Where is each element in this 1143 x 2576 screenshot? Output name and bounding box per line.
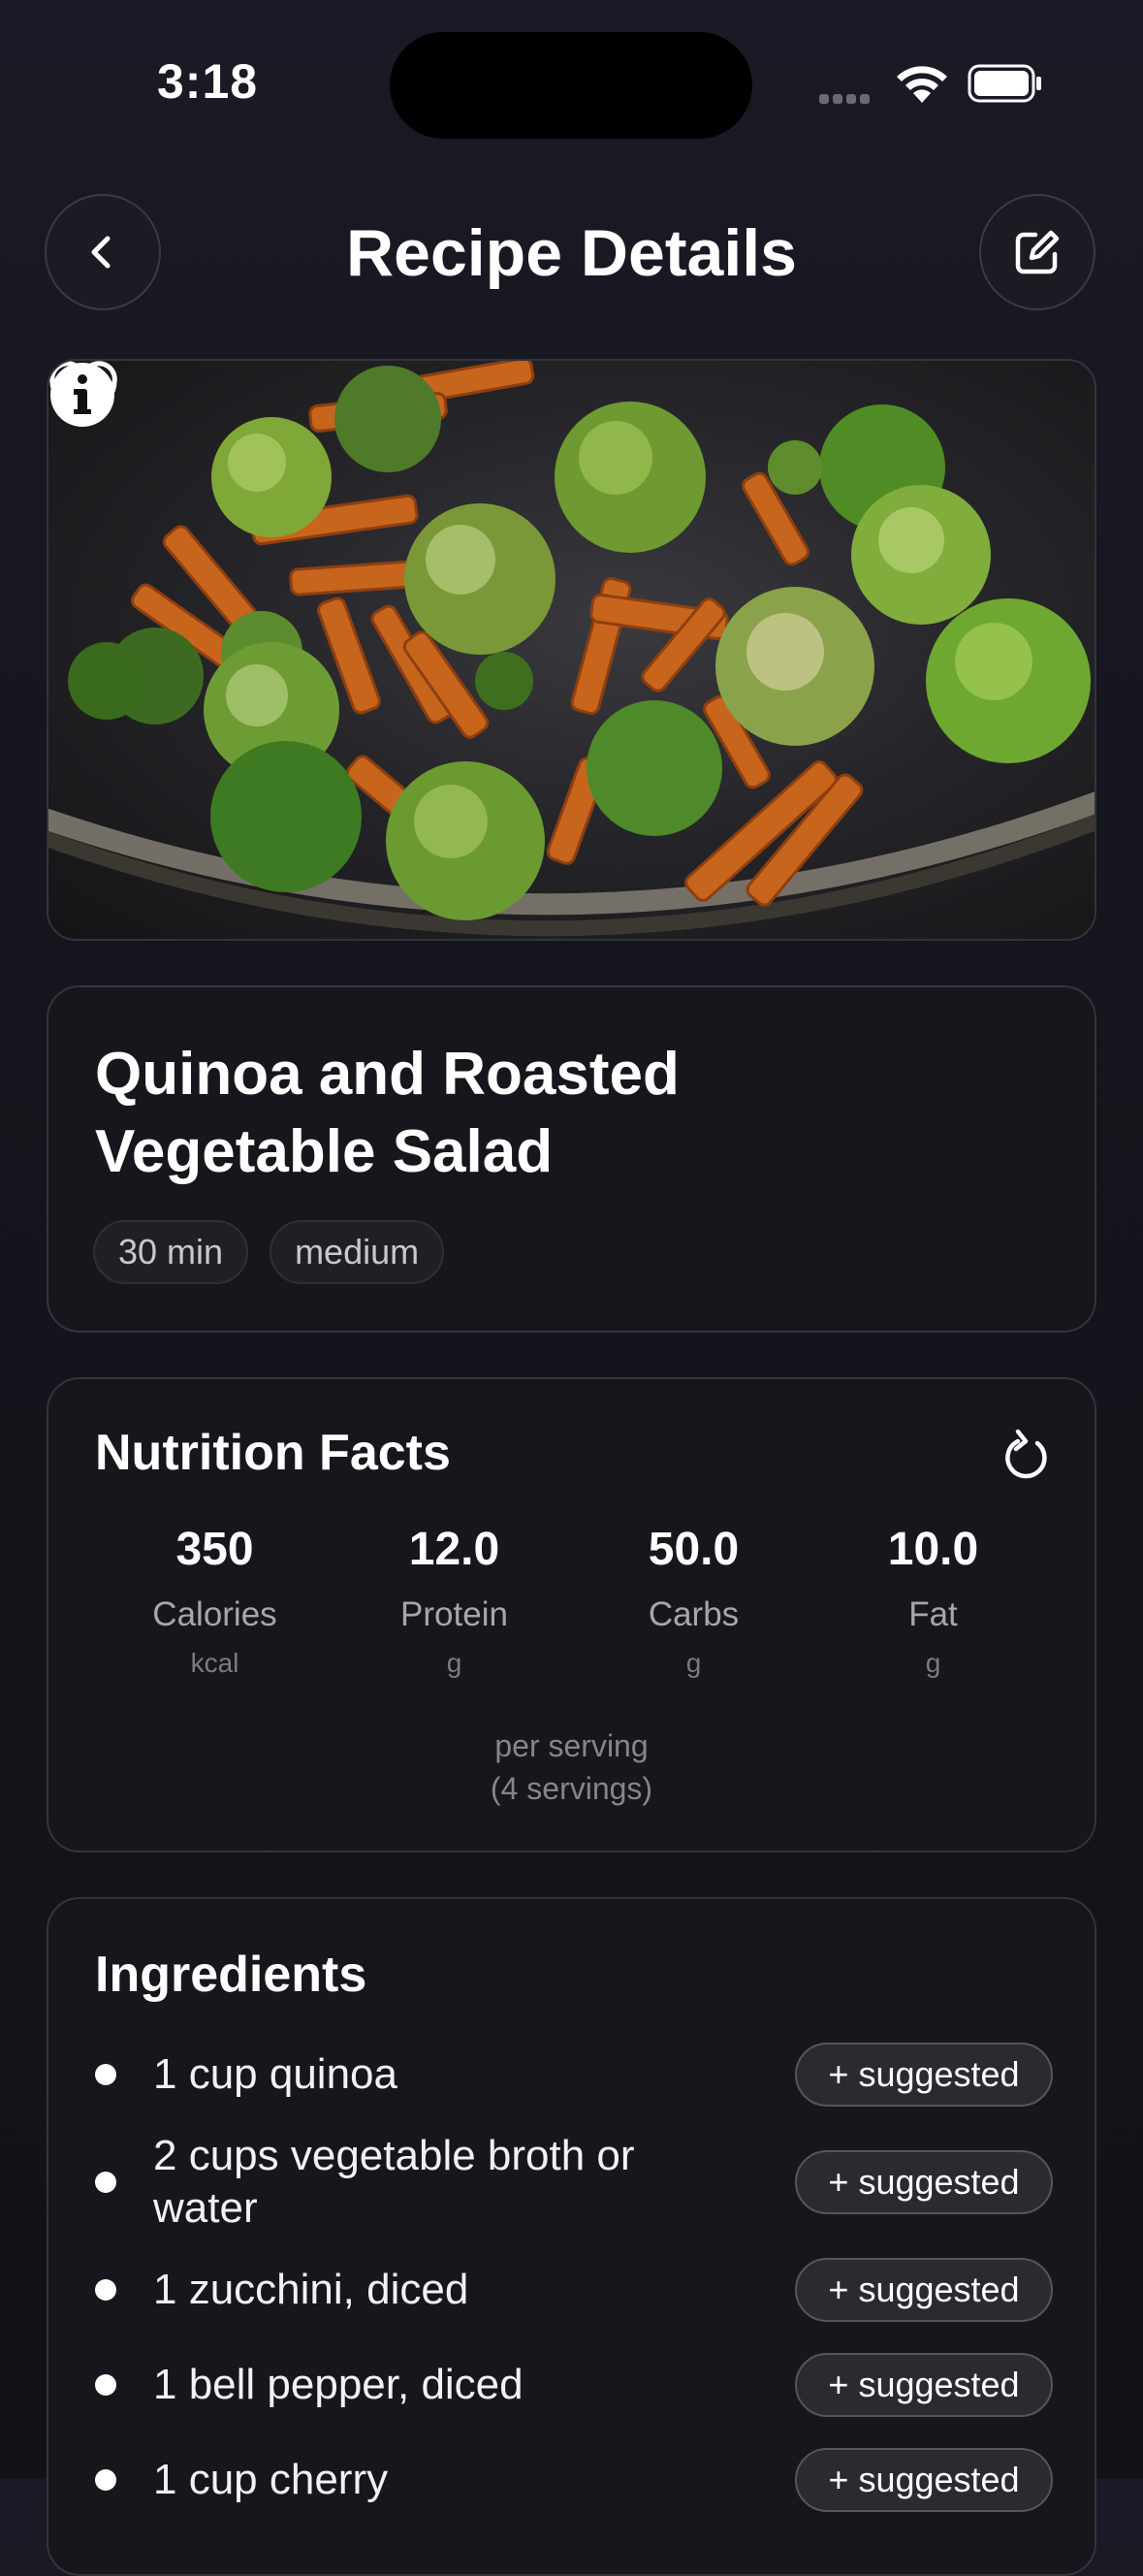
nutrition-label: Protein (400, 1595, 508, 1633)
ingredient-row: 1 cup quinoa + suggested (95, 2043, 1053, 2107)
nutrition-label: Fat (908, 1595, 958, 1633)
status-bar: 3:18 (0, 0, 1143, 170)
bullet-icon (95, 2279, 116, 2301)
recipe-title: Quinoa and Roasted Vegetable Salad (95, 1041, 680, 1185)
edit-button[interactable] (979, 194, 1095, 310)
ingredient-row: 1 zucchini, diced + suggested (95, 2258, 1053, 2322)
recipe-title-card: Quinoa and Roasted Vegetable Salad 30 mi… (47, 985, 1096, 1333)
ingredients-list: 1 cup quinoa + suggested 2 cups vegetabl… (95, 2043, 1053, 2512)
nutrition-grid: 350 Calories kcal 12.0 Protein g 50.0 Ca… (95, 1523, 1053, 1679)
time-tag: 30 min (93, 1220, 249, 1284)
food-illustration (48, 361, 1095, 937)
ingredient-text: 1 bell pepper, diced (153, 2361, 524, 2408)
add-suggested-button[interactable]: + suggested (795, 2258, 1053, 2322)
ingredients-card: Ingredients 1 cup quinoa + suggested 2 c… (47, 1897, 1096, 2576)
refresh-icon[interactable] (999, 1430, 1053, 1484)
nutrition-protein: 12.0 Protein g (334, 1523, 574, 1679)
dynamic-island (390, 32, 752, 139)
ingredient-text: 2 cups vegetable broth or water (153, 2132, 635, 2232)
bullet-icon (95, 2064, 116, 2085)
serving-basis: per serving (494, 1728, 649, 1763)
ingredient-row: 1 cup cherry + suggested (95, 2448, 1053, 2512)
recipe-tags: 30 min medium (93, 1220, 445, 1284)
nutrition-value: 12.0 (408, 1524, 500, 1575)
ingredient-row: 2 cups vegetable broth or water + sugges… (95, 2130, 1053, 2235)
nutrition-heading: Nutrition Facts (95, 1425, 451, 1481)
cellular-signal-icon (819, 91, 877, 104)
serving-count: (4 servings) (490, 1771, 653, 1806)
info-icon[interactable] (48, 361, 116, 429)
bullet-icon (95, 2469, 116, 2491)
nutrition-value: 10.0 (887, 1524, 979, 1575)
nutrition-unit: g (685, 1648, 702, 1678)
recipe-photo (47, 359, 1096, 941)
ingredient-text: 1 cup quinoa (153, 2050, 397, 2098)
nutrition-unit: g (925, 1648, 941, 1678)
edit-icon (1015, 230, 1060, 274)
nutrition-value: 350 (175, 1524, 254, 1575)
nutrition-label: Carbs (648, 1595, 740, 1633)
add-suggested-button[interactable]: + suggested (795, 2043, 1053, 2107)
nutrition-unit: g (446, 1648, 462, 1678)
nutrition-card: Nutrition Facts 350 Calories kcal 12.0 P… (47, 1377, 1096, 1852)
ingredient-text: 1 cup cherry (153, 2456, 389, 2503)
bullet-icon (95, 2374, 116, 2396)
nav-header: Recipe Details (0, 194, 1143, 314)
nutrition-carbs: 50.0 Carbs g (574, 1523, 813, 1679)
status-time: 3:18 (157, 54, 259, 109)
bullet-icon (95, 2172, 116, 2193)
battery-icon (968, 64, 1041, 103)
nutrition-unit: kcal (190, 1648, 239, 1678)
nutrition-fat: 10.0 Fat g (813, 1523, 1053, 1679)
serving-info: per serving (4 servings) (48, 1724, 1095, 1810)
difficulty-tag: medium (270, 1220, 445, 1284)
ingredients-heading: Ingredients (95, 1947, 367, 2003)
wifi-icon (897, 66, 947, 103)
nutrition-calories: 350 Calories kcal (95, 1523, 334, 1679)
page-title: Recipe Details (346, 216, 797, 290)
add-suggested-button[interactable]: + suggested (795, 2353, 1053, 2417)
add-suggested-button[interactable]: + suggested (795, 2448, 1053, 2512)
add-suggested-button[interactable]: + suggested (795, 2150, 1053, 2214)
nutrition-label: Calories (152, 1595, 277, 1633)
ingredient-text: 1 zucchini, diced (153, 2266, 469, 2313)
nutrition-value: 50.0 (648, 1524, 740, 1575)
ingredient-row: 1 bell pepper, diced + suggested (95, 2353, 1053, 2417)
